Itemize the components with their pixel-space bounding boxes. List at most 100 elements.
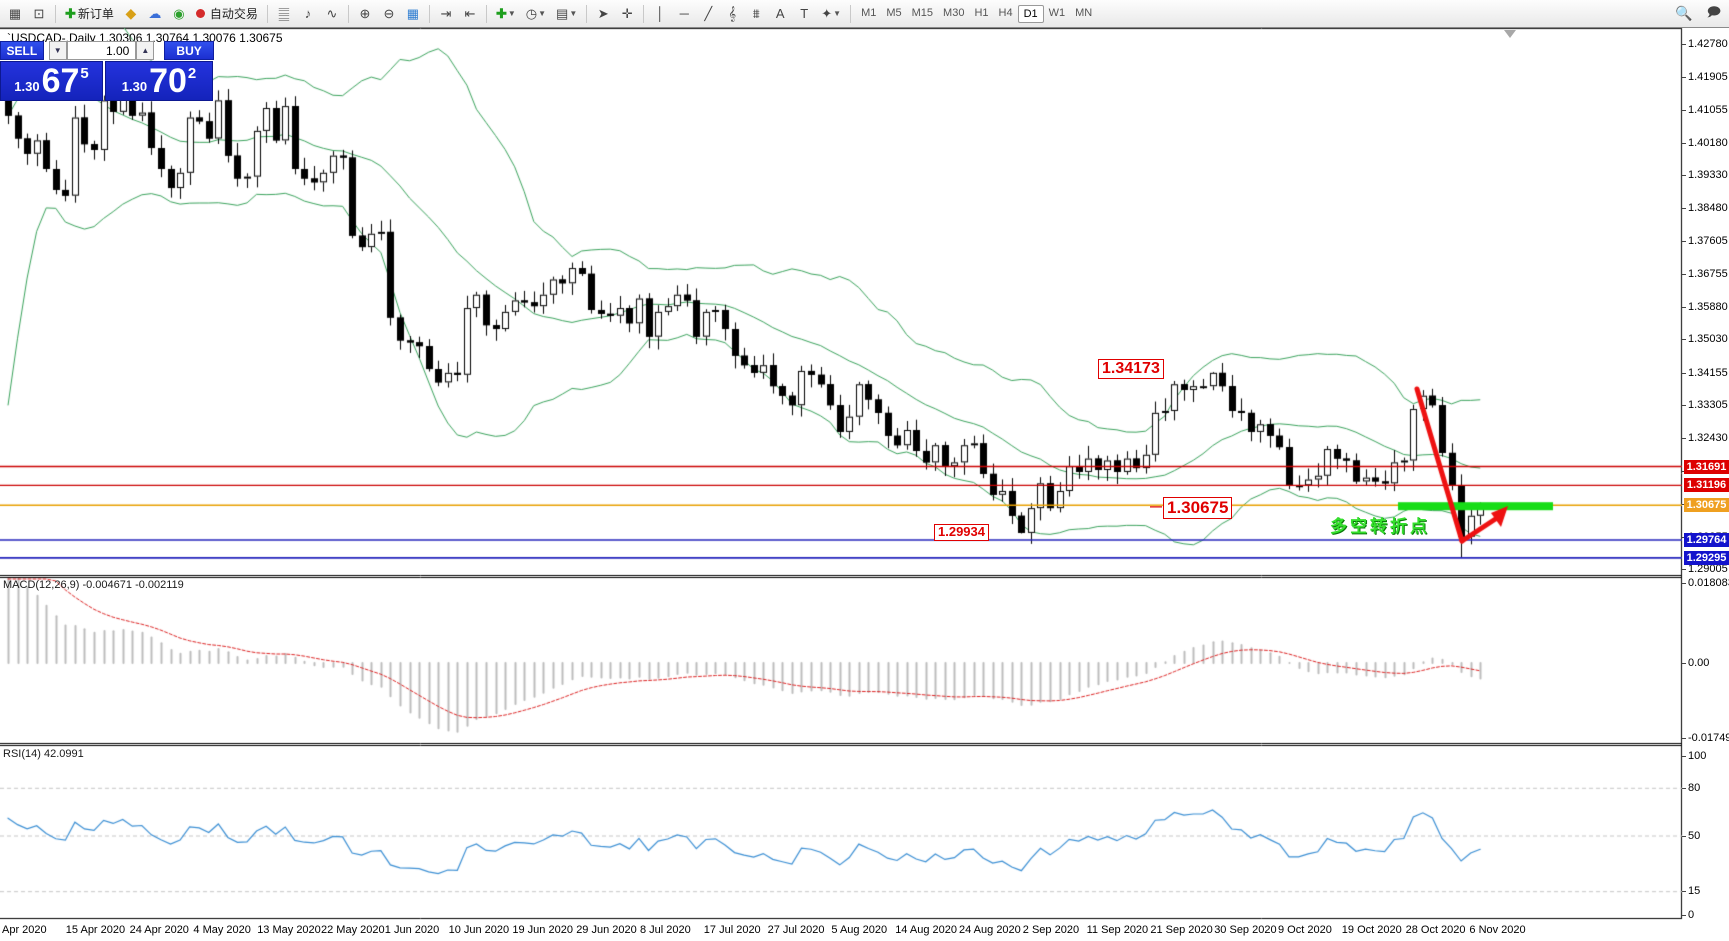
date-tick: 28 Oct 2020: [1405, 924, 1466, 936]
sell-button[interactable]: SELL: [0, 41, 44, 60]
price-label-current[interactable]: 1.30675: [1150, 497, 1233, 519]
bar-chart-icon[interactable]: 𝄛: [273, 3, 295, 25]
date-tick: 9 Oct 2020: [1278, 924, 1332, 936]
rsi-tick: 50: [1681, 829, 1701, 842]
date-tick: 5 Aug 2020: [831, 924, 888, 936]
price-tick: 1.41055: [1682, 103, 1728, 116]
new-chart-icon[interactable]: ▦: [4, 3, 26, 25]
timeframe-m5[interactable]: M5: [881, 5, 906, 23]
date-tick: 13 May 2020: [257, 924, 321, 936]
rsi-tick: 100: [1681, 750, 1707, 762]
date-tick: 11 Sep 2020: [1086, 924, 1149, 936]
date-tick: 19 Oct 2020: [1341, 924, 1402, 936]
crosshair-icon[interactable]: ✛: [616, 3, 638, 25]
buy-price-prefix: 1.30: [121, 79, 148, 94]
cursor-icon[interactable]: ➤: [592, 3, 614, 25]
buy-price-display[interactable]: 1.30 70 2: [105, 61, 213, 101]
buy-button[interactable]: BUY: [164, 41, 214, 60]
grid-icon[interactable]: ⩩: [745, 3, 767, 25]
date-tick: 2 Sep 2020: [1022, 924, 1080, 936]
text-label-icon[interactable]: T: [793, 3, 815, 25]
timeframe-m1[interactable]: M1: [856, 5, 881, 23]
vertical-line-icon[interactable]: │: [649, 3, 671, 25]
plus-icon: ✚: [65, 5, 76, 21]
buy-price-point: 2: [187, 65, 197, 82]
sell-price-main: 67: [41, 62, 80, 100]
autotrade-button[interactable]: 自动交易: [192, 3, 262, 25]
shapes-icon[interactable]: ✦ ▼: [817, 3, 845, 25]
profile-icon[interactable]: ⊡: [28, 3, 50, 25]
date-tick: 4 May 2020: [193, 924, 251, 936]
chart-shift-marker[interactable]: [1504, 30, 1516, 38]
horizontal-line-icon[interactable]: ─: [673, 3, 695, 25]
search-icon[interactable]: 🔍: [1671, 3, 1696, 25]
date-tick: 10 Jun 2020: [448, 924, 510, 936]
timeframe-m30[interactable]: M30: [938, 5, 969, 23]
timeframe-h1[interactable]: H1: [969, 5, 993, 23]
date-tick: 24 Apr 2020: [129, 924, 189, 936]
volume-field[interactable]: 1.00: [66, 41, 137, 60]
chart-shift-icon[interactable]: ⇤: [459, 3, 481, 25]
rsi-tick: 15: [1681, 885, 1701, 898]
add-indicator-button[interactable]: ✚ ▼: [492, 3, 520, 25]
fibonacci-icon[interactable]: 𝄞: [721, 3, 743, 25]
date-tick: 19 Jun 2020: [512, 924, 573, 936]
date-tick: 22 May 2020: [321, 924, 385, 936]
new-order-button[interactable]: ✚ 新订单: [61, 3, 118, 25]
price-tick: 1.42780: [1682, 38, 1728, 50]
toolbar-separator: [850, 4, 852, 23]
timeframe-d1[interactable]: D1: [1017, 4, 1044, 23]
sell-price-point: 5: [80, 65, 89, 82]
price-chart-canvas[interactable]: [0, 0, 1729, 941]
price-tick: 1.32430: [1682, 432, 1728, 445]
price-level-label: 1.30675: [1684, 498, 1729, 513]
price-label-high[interactable]: 1.34173: [1098, 359, 1164, 380]
date-tick: 21 Sep 2020: [1150, 924, 1213, 936]
market-icon[interactable]: ◆: [120, 3, 142, 25]
toolbar-separator: [347, 4, 349, 23]
price-tick: 1.33305: [1682, 399, 1728, 412]
rsi-tick: 0: [1681, 909, 1695, 921]
period-clock-button[interactable]: ◷ ▼: [522, 3, 550, 25]
date-tick: 30 Sep 2020: [1214, 924, 1277, 936]
price-level-label: 1.31196: [1684, 478, 1729, 493]
price-tick: 1.38480: [1682, 201, 1728, 214]
main-toolbar: ▦ ⊡ ✚ 新订单 ◆ ☁ ◉ 自动交易 𝄛 ♪ ∿ ⊕ ⊖ ▦ ⇥ ⇤ ✚ ▼ …: [0, 0, 1729, 28]
price-level-label: 1.31691: [1684, 459, 1729, 474]
date-tick: 8 Jul 2020: [640, 924, 691, 936]
date-tick: 27 Jul 2020: [767, 924, 825, 936]
timeframe-mn[interactable]: MN: [1070, 5, 1097, 23]
date-axis: Apr 2020 15 Apr 2020 24 Apr 2020 4 May 2020…: [0, 924, 1682, 940]
toolbar-separator: [266, 4, 268, 23]
macd-indicator-label: MACD(12,26,9) -0.004671 -0.002119: [3, 579, 184, 591]
signals-icon[interactable]: ◉: [168, 3, 190, 25]
chat-icon[interactable]: 🗩: [1703, 3, 1725, 25]
cloud-icon[interactable]: ☁: [144, 3, 166, 25]
sell-price-display[interactable]: 1.30 67 5: [0, 61, 103, 101]
one-click-trading-panel: SELL ▼ 1.00 ▲ BUY 1.30 67 5 1.30 70 2: [0, 41, 214, 101]
candle-chart-icon[interactable]: ♪: [297, 3, 319, 25]
date-tick: 17 Jul 2020: [703, 924, 761, 936]
chinese-note-text[interactable]: 多空转折点: [1330, 512, 1430, 537]
trendline-icon[interactable]: ╱: [697, 3, 719, 25]
price-tick: 1.35880: [1682, 300, 1728, 313]
volume-decrease-button[interactable]: ▼: [48, 41, 67, 60]
timeframe-w1[interactable]: W1: [1044, 5, 1071, 23]
timeframe-h4[interactable]: H4: [994, 5, 1018, 23]
timeframe-m15[interactable]: M15: [907, 5, 938, 23]
date-tick: 14 Aug 2020: [895, 924, 957, 936]
macd-tick: 0.018083: [1682, 577, 1729, 589]
date-tick: 1 Jun 2020: [384, 924, 440, 936]
price-label-low[interactable]: 1.29934: [934, 524, 989, 541]
zoom-in-icon[interactable]: ⊕: [354, 3, 376, 25]
volume-increase-button[interactable]: ▲: [136, 41, 155, 60]
price-tick: 1.39330: [1682, 169, 1728, 182]
tile-windows-icon[interactable]: ▦: [402, 3, 424, 25]
rsi-indicator-label: RSI(14) 42.0991: [3, 748, 84, 760]
zoom-out-icon[interactable]: ⊖: [378, 3, 400, 25]
template-button[interactable]: ▤ ▼: [552, 3, 581, 25]
text-icon[interactable]: A: [769, 3, 791, 25]
line-chart-icon[interactable]: ∿: [321, 3, 343, 25]
price-tick: 1.36755: [1682, 267, 1728, 280]
auto-scroll-icon[interactable]: ⇥: [435, 3, 457, 25]
